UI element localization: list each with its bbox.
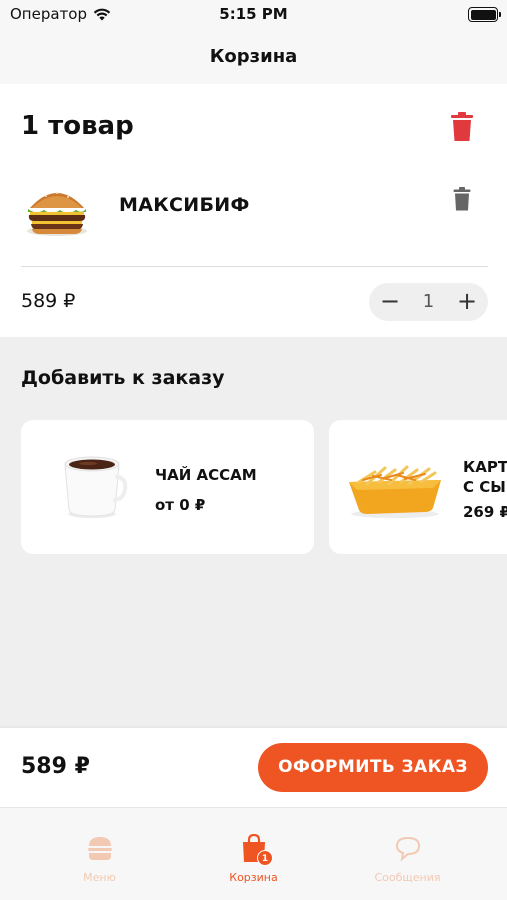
addon-name: КАРТО С СЫР	[463, 457, 507, 497]
tab-menu[interactable]: Меню	[15, 808, 184, 900]
item-divider	[21, 266, 488, 267]
addon-name-line-1: КАРТО	[463, 458, 507, 476]
clock: 5:15 PM	[219, 5, 288, 23]
order-total: 589 ₽	[21, 754, 90, 779]
cart-badge: 1	[257, 850, 273, 866]
addon-price: от 0 ₽	[155, 496, 206, 514]
quantity-value: 1	[422, 291, 435, 312]
increase-quantity-button[interactable]: +	[452, 287, 482, 317]
addons-heading: Добавить к заказу	[21, 367, 225, 389]
chat-bubble-icon	[395, 836, 420, 862]
tab-label: Сообщения	[374, 871, 441, 884]
cart-item-price: 589 ₽	[21, 290, 76, 312]
clear-cart-trash-icon[interactable]	[450, 112, 474, 142]
tab-messages[interactable]: Сообщения	[323, 808, 492, 900]
battery-icon	[468, 7, 501, 22]
quantity-stepper: − 1 +	[369, 283, 488, 321]
cart-section: 1 товар МАКСИБИФ 589 ₽ − 1 +	[0, 84, 507, 337]
page-title: Корзина	[209, 46, 298, 67]
tea-cup-image	[59, 454, 129, 520]
tab-bar: Меню 1 Корзина Сообщения	[0, 807, 507, 900]
navigation-bar: Корзина	[0, 30, 507, 84]
burger-image	[24, 184, 90, 238]
burger-icon	[87, 837, 112, 860]
fries-tray-image	[345, 458, 445, 520]
addon-name: ЧАЙ АССАМ	[155, 466, 257, 484]
cart-item-name: МАКСИБИФ	[119, 194, 250, 216]
addon-card-fries[interactable]: КАРТО С СЫР 269 ₽	[329, 420, 507, 554]
tab-label: Меню	[83, 871, 116, 884]
addon-card-tea[interactable]: ЧАЙ АССАМ от 0 ₽	[21, 420, 314, 554]
tab-label: Корзина	[229, 871, 278, 884]
addon-price: 269 ₽	[463, 503, 507, 521]
remove-item-trash-icon[interactable]	[453, 187, 471, 211]
status-bar: Оператор 5:15 PM	[0, 0, 507, 30]
place-order-button[interactable]: ОФОРМИТЬ ЗАКАЗ	[258, 743, 488, 792]
checkout-bar: 589 ₽ ОФОРМИТЬ ЗАКАЗ	[0, 728, 507, 807]
cart-count-heading: 1 товар	[21, 111, 134, 141]
tab-cart[interactable]: 1 Корзина	[169, 808, 338, 900]
decrease-quantity-button[interactable]: −	[375, 287, 405, 317]
addon-name-line-2: С СЫР	[463, 478, 507, 496]
